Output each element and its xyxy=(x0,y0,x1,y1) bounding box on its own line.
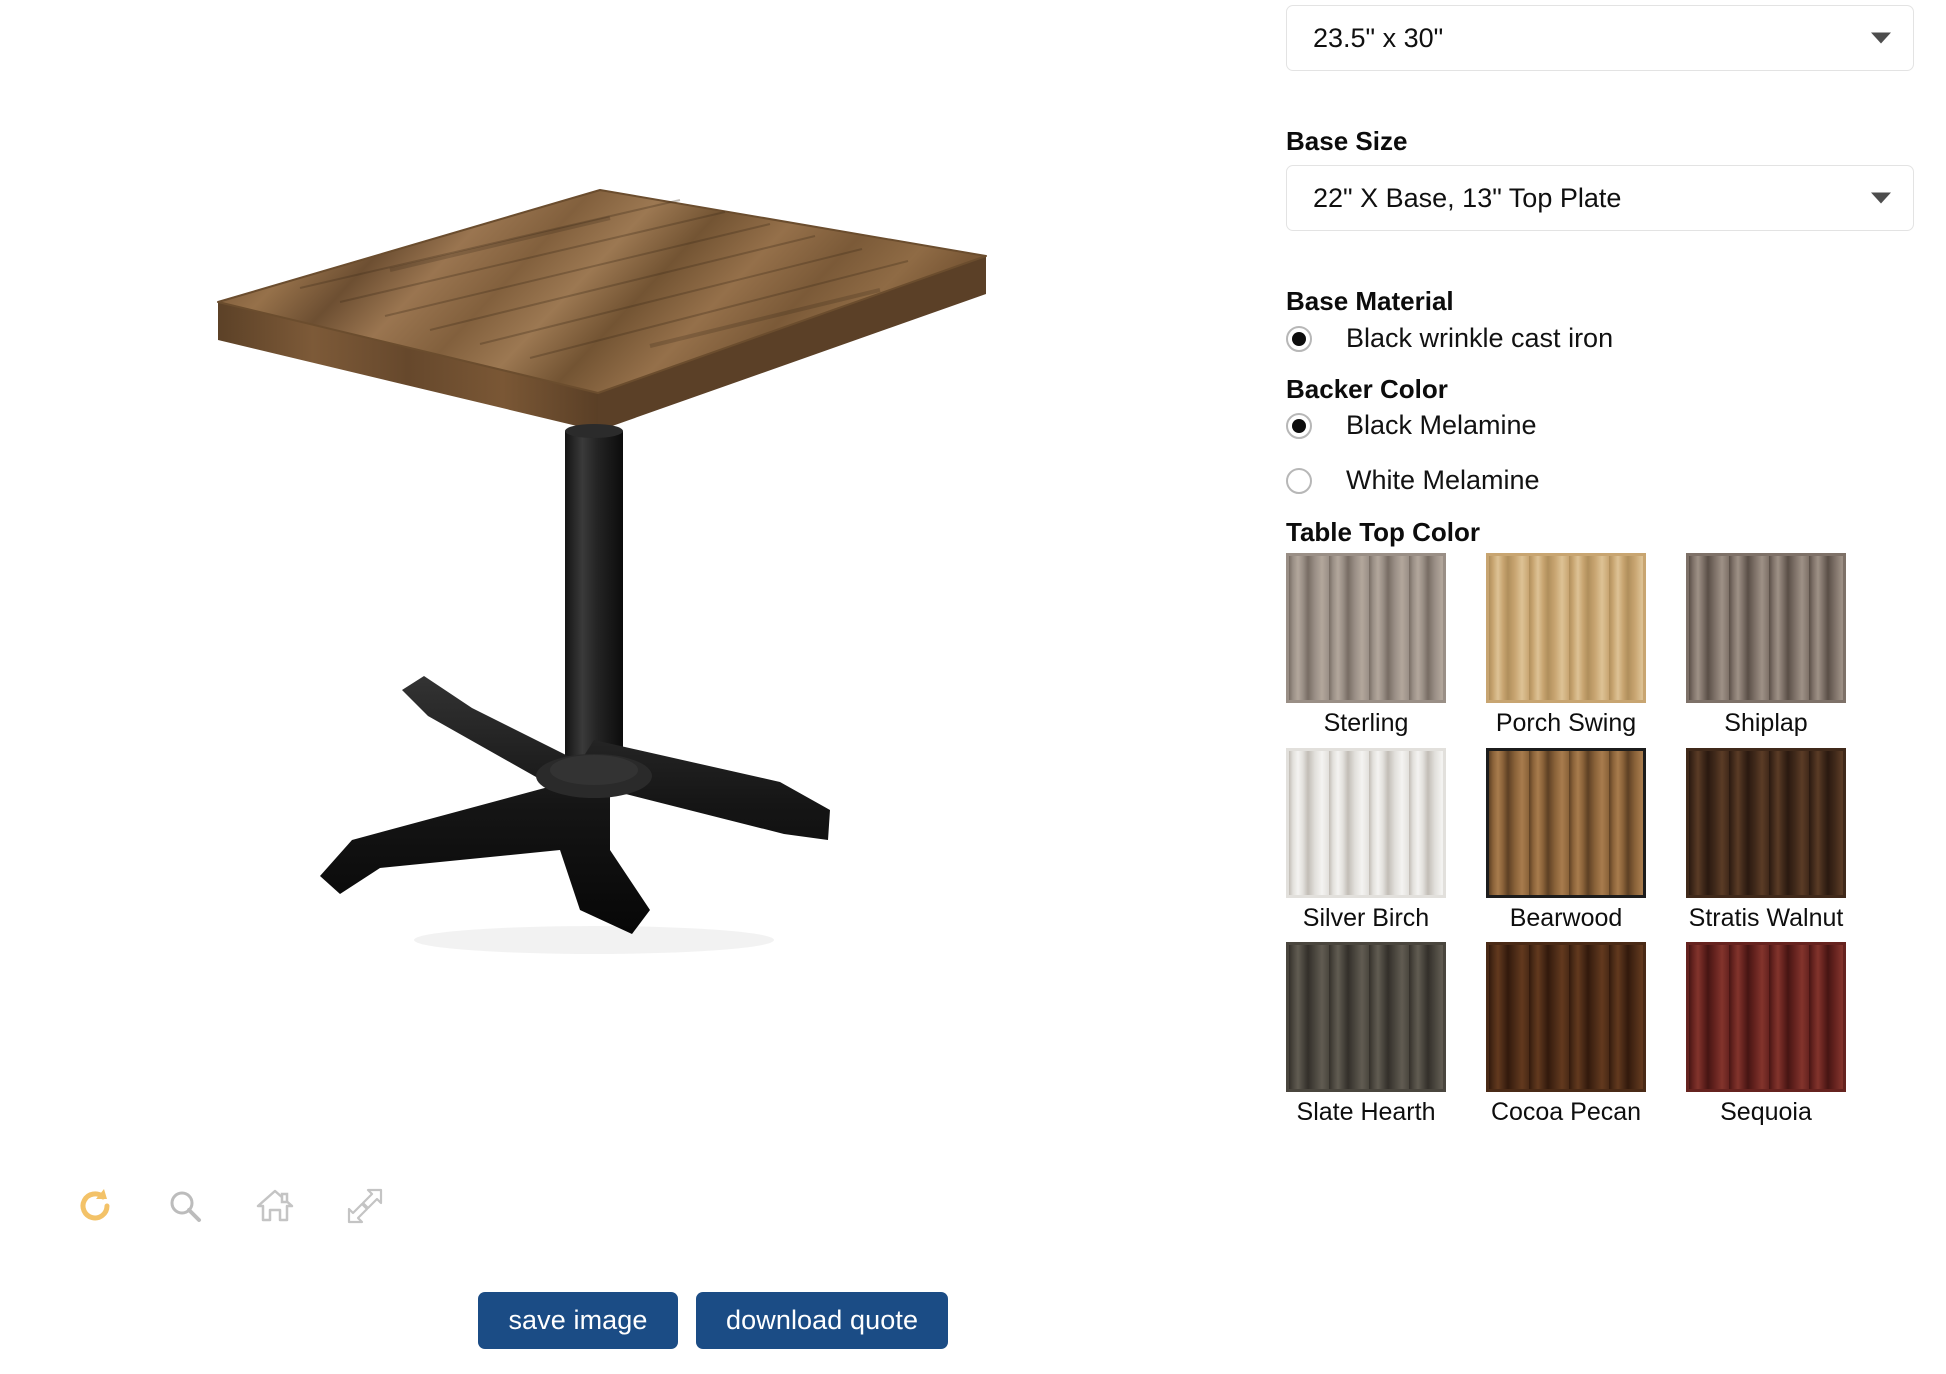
swatch-label: Cocoa Pecan xyxy=(1490,1098,1642,1126)
table-size-value: 23.5" x 30" xyxy=(1313,22,1444,53)
backer-color-option-label: White Melamine xyxy=(1346,465,1540,495)
base-material-option-label: Black wrinkle cast iron xyxy=(1346,323,1614,353)
base-size-label: Base Size xyxy=(1286,126,1408,156)
swatch-porch-swing[interactable]: Porch Swing xyxy=(1486,553,1646,738)
swatch-shiplap[interactable]: Shiplap xyxy=(1686,553,1846,738)
swatch-sequoia[interactable]: Sequoia xyxy=(1686,942,1846,1127)
radio-button[interactable] xyxy=(1286,412,1312,439)
zoom-icon[interactable] xyxy=(162,1183,208,1229)
swatch-grain-texture xyxy=(1289,556,1443,700)
rotate-icon[interactable] xyxy=(72,1183,118,1229)
swatch-grain-texture xyxy=(1689,750,1843,895)
swatch-label: Stratis Walnut xyxy=(1688,903,1844,932)
swatch-stratis-walnut[interactable]: Stratis Walnut xyxy=(1686,747,1846,933)
save-image-button[interactable]: save image xyxy=(478,1292,678,1349)
chevron-down-icon xyxy=(1871,32,1891,44)
home-icon[interactable] xyxy=(252,1183,298,1229)
swatch-thumbnail xyxy=(1686,747,1846,898)
swatch-grain-texture xyxy=(1489,945,1643,1089)
swatch-thumbnail xyxy=(1486,942,1646,1092)
product-table-image xyxy=(217,189,987,954)
download-quote-button[interactable]: download quote xyxy=(696,1292,949,1349)
swatch-cocoa-pecan[interactable]: Cocoa Pecan xyxy=(1486,942,1646,1127)
fullscreen-icon[interactable] xyxy=(342,1183,388,1229)
swatch-label: Shiplap xyxy=(1724,709,1808,737)
radio-button[interactable] xyxy=(1286,467,1312,494)
swatch-label: Sequoia xyxy=(1720,1098,1812,1126)
backer-color-option-label: Black Melamine xyxy=(1346,410,1537,440)
swatch-grain-texture xyxy=(1489,750,1643,895)
swatch-label: Bearwood xyxy=(1509,903,1623,932)
swatch-label: Porch Swing xyxy=(1495,709,1637,737)
backer-color-option-black-melamine[interactable]: Black Melamine xyxy=(1286,412,1537,439)
swatch-bearwood[interactable]: Bearwood xyxy=(1486,747,1646,933)
radio-button[interactable] xyxy=(1286,325,1312,352)
swatch-grain-texture xyxy=(1289,750,1443,895)
product-configurator-page: save image download quote 23.5" x 30" Ba… xyxy=(0,0,1946,1374)
base-material-label: Base Material xyxy=(1286,286,1454,316)
swatch-thumbnail xyxy=(1486,553,1646,703)
swatch-thumbnail xyxy=(1486,747,1646,898)
swatch-thumbnail xyxy=(1286,747,1446,898)
viewer-toolbar xyxy=(72,1183,388,1229)
swatch-sterling[interactable]: Sterling xyxy=(1286,553,1446,738)
base-size-value: 22" X Base, 13" Top Plate xyxy=(1313,182,1622,213)
product-image-viewer: save image download quote xyxy=(0,0,1262,1374)
product-image-stage[interactable] xyxy=(0,0,1262,1180)
swatch-label: Sterling xyxy=(1323,709,1409,737)
backer-color-label: Backer Color xyxy=(1286,374,1448,404)
options-panel: 23.5" x 30" Base Size 22" X Base, 13" To… xyxy=(1262,0,1946,1374)
chevron-down-icon xyxy=(1871,192,1891,204)
base-size-select[interactable]: 22" X Base, 13" Top Plate xyxy=(1286,165,1914,231)
swatch-grain-texture xyxy=(1489,556,1643,700)
swatch-grain-texture xyxy=(1689,945,1843,1089)
swatch-label: Slate Hearth xyxy=(1296,1098,1436,1126)
swatch-slate-hearth[interactable]: Slate Hearth xyxy=(1286,942,1446,1127)
table-size-select[interactable]: 23.5" x 30" xyxy=(1286,5,1914,71)
swatch-thumbnail xyxy=(1286,553,1446,703)
backer-color-option-white-melamine[interactable]: White Melamine xyxy=(1286,467,1540,494)
swatch-silver-birch[interactable]: Silver Birch xyxy=(1286,747,1446,933)
swatch-grain-texture xyxy=(1689,556,1843,700)
swatch-thumbnail xyxy=(1686,553,1846,703)
swatch-label: Silver Birch xyxy=(1302,903,1430,932)
table-top-color-swatch-grid: Sterling Porch Swing Shiplap Silver Birch Be… xyxy=(1286,553,1846,1127)
table-top-color-label: Table Top Color xyxy=(1286,517,1481,547)
swatch-thumbnail xyxy=(1686,942,1846,1092)
base-material-option-black-wrinkle-cast-iron[interactable]: Black wrinkle cast iron xyxy=(1286,325,1613,352)
swatch-thumbnail xyxy=(1286,942,1446,1092)
viewer-action-buttons: save image download quote xyxy=(478,1292,949,1349)
swatch-grain-texture xyxy=(1289,945,1443,1089)
